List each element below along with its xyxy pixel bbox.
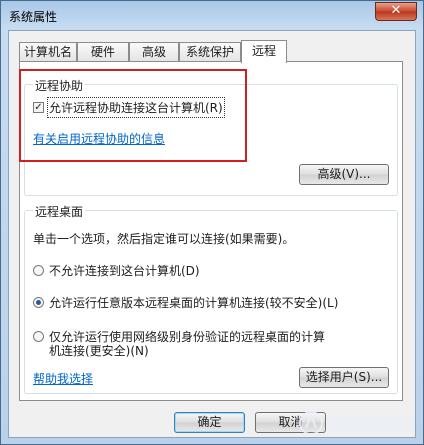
tab-advanced[interactable]: 高级	[129, 42, 179, 62]
allow-remote-assistance-label[interactable]: 允许远程协助连接这台计算机(R)	[47, 97, 225, 118]
select-users-button[interactable]: 选择用户(S)...	[299, 367, 389, 388]
remote-assistance-info-link[interactable]: 有关启用远程协助的信息	[33, 130, 165, 147]
window-title: 系统属性	[9, 10, 58, 24]
dialog-client-area: 计算机名 硬件 高级 系统保护 远程 远程协助 ✓ 允许远程协助连接这台计算机(…	[8, 30, 416, 438]
tab-computer-name[interactable]: 计算机名	[19, 42, 77, 62]
help-me-choose-link[interactable]: 帮助我选择	[33, 370, 93, 387]
radio-disallow-label[interactable]: 不允许连接到这台计算机(D)	[49, 262, 200, 279]
tab-hardware[interactable]: 硬件	[77, 42, 129, 62]
radio-disallow-connections[interactable]	[33, 265, 44, 276]
radio-allow-nla-label-line2[interactable]: 机连接(更安全)(N)	[49, 342, 149, 359]
ok-button[interactable]: 确定	[174, 412, 245, 433]
radio-allow-any-label[interactable]: 允许运行任意版本远程桌面的计算机连接(较不安全)(L)	[49, 294, 338, 311]
radio-allow-any-version[interactable]	[33, 297, 44, 308]
remote-desktop-group: 远程桌面 单击一个选项，然后指定谁可以连接(如果需要)。 不允许连接到这台计算机…	[24, 203, 398, 394]
remote-tab-panel: 远程协助 ✓ 允许远程协助连接这台计算机(R) 有关启用远程协助的信息 高级(V…	[19, 61, 403, 401]
close-icon: ✕	[390, 3, 402, 18]
close-button[interactable]: ✕	[375, 2, 417, 21]
watermark-logo	[299, 411, 413, 435]
remote-assistance-group: 远程协助 ✓ 允许远程协助连接这台计算机(R) 有关启用远程协助的信息 高级(V…	[24, 77, 398, 196]
remote-assistance-title: 远程协助	[33, 77, 86, 94]
advanced-button[interactable]: 高级(V)...	[299, 164, 389, 185]
allow-remote-assistance-checkbox[interactable]: ✓	[33, 102, 44, 113]
tab-system-protection[interactable]: 系统保护	[179, 42, 241, 62]
remote-desktop-instruction: 单击一个选项，然后指定谁可以连接(如果需要)。	[33, 232, 295, 246]
system-properties-window: 系统属性 ✕ 计算机名 硬件 高级 系统保护 远程 远程协助 ✓ 允许远程协助连…	[0, 0, 424, 445]
title-bar[interactable]: 系统属性 ✕	[1, 1, 423, 31]
tab-remote[interactable]: 远程	[241, 40, 287, 63]
remote-desktop-title: 远程桌面	[33, 203, 86, 220]
radio-allow-nla-only[interactable]	[33, 331, 44, 342]
